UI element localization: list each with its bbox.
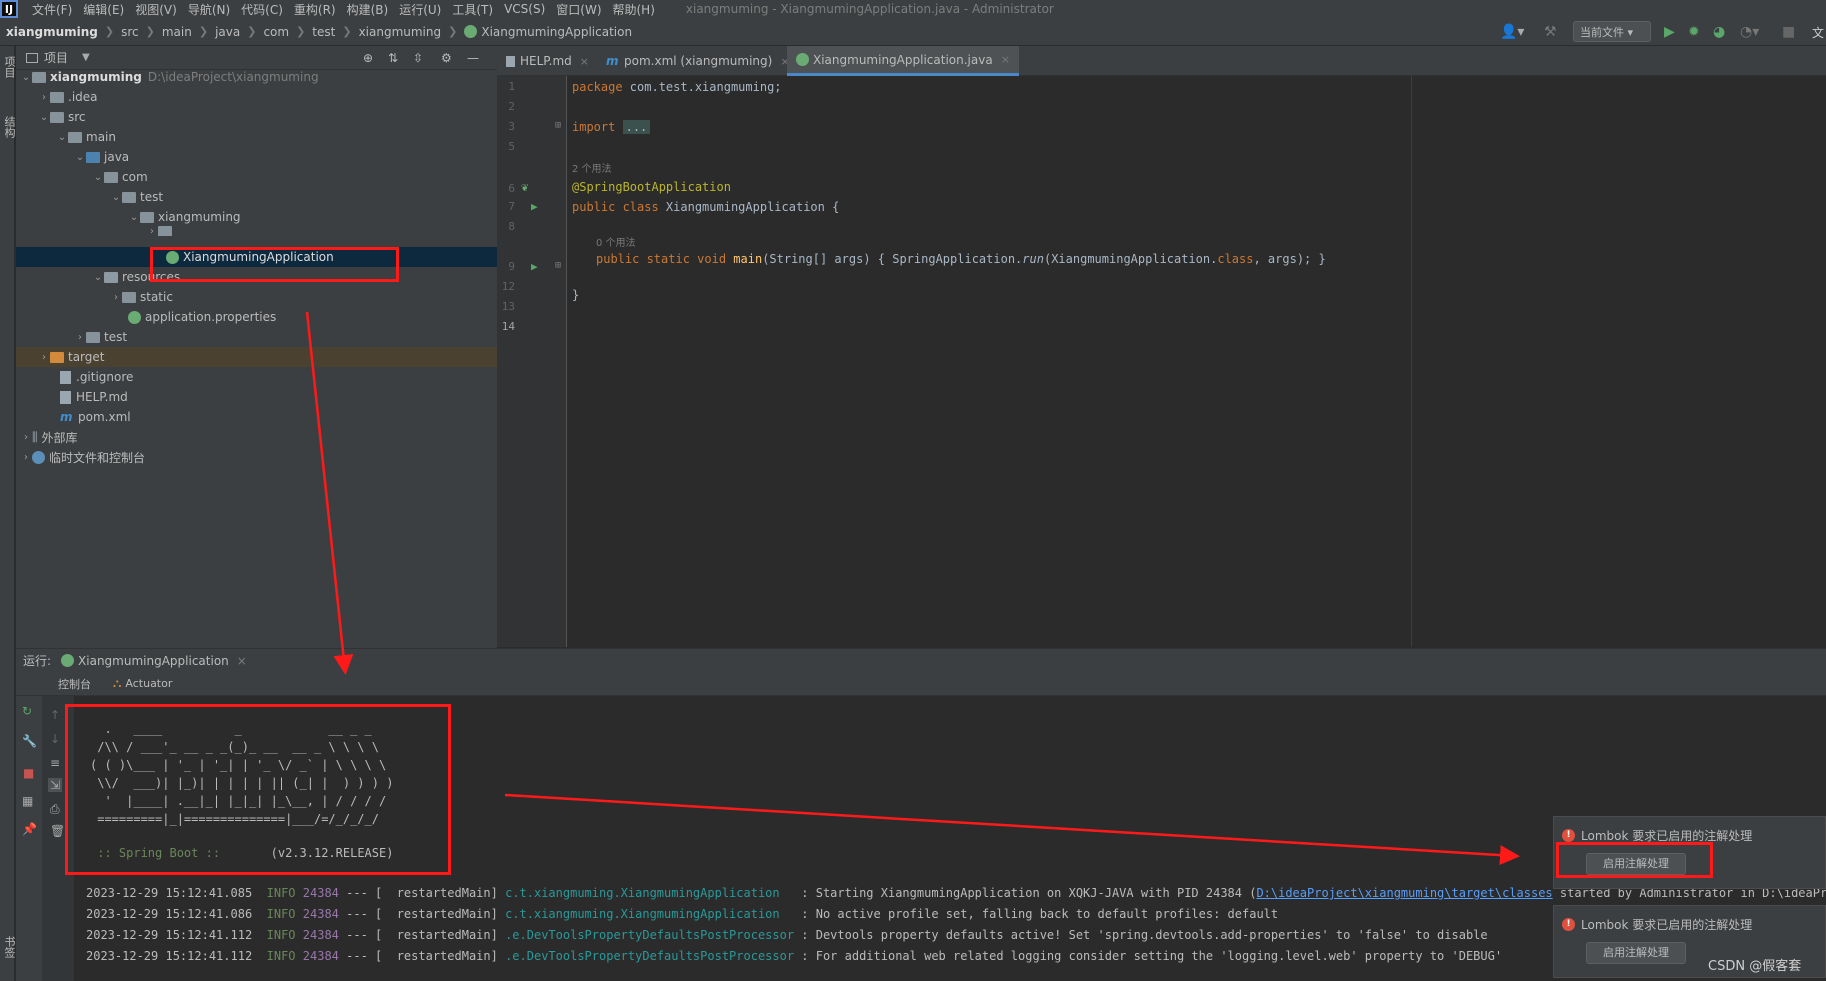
arrow-banner-to-button (504, 793, 1520, 866)
annotation-arrows (305, 311, 1520, 866)
arrow-class-to-console (305, 311, 354, 675)
csdn-watermark: CSDN @假客套 (1708, 959, 1802, 974)
